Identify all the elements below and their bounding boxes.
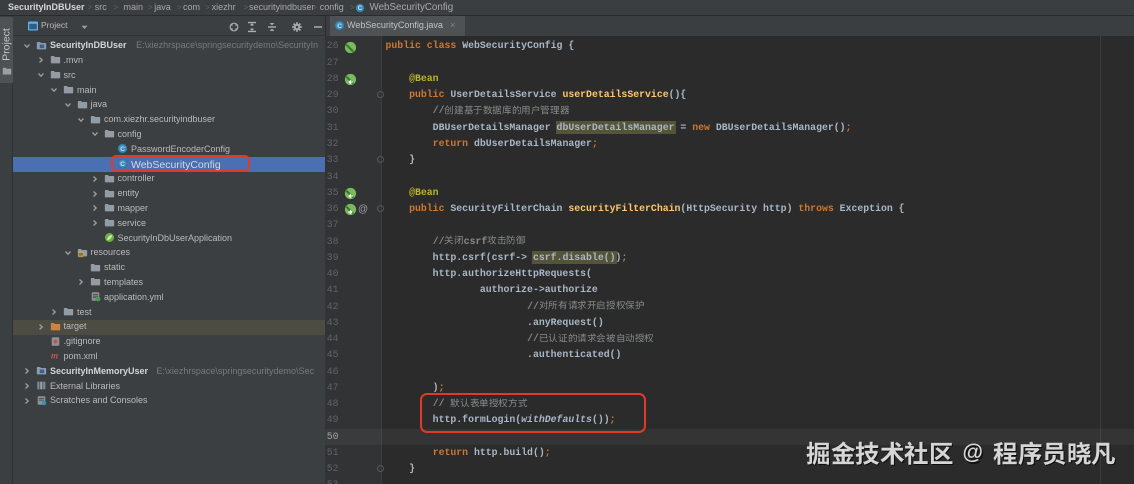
svg-text:C: C [337, 23, 342, 30]
svg-text:m: m [50, 352, 57, 362]
svg-text:C: C [120, 146, 125, 153]
svg-text:C: C [358, 5, 363, 12]
